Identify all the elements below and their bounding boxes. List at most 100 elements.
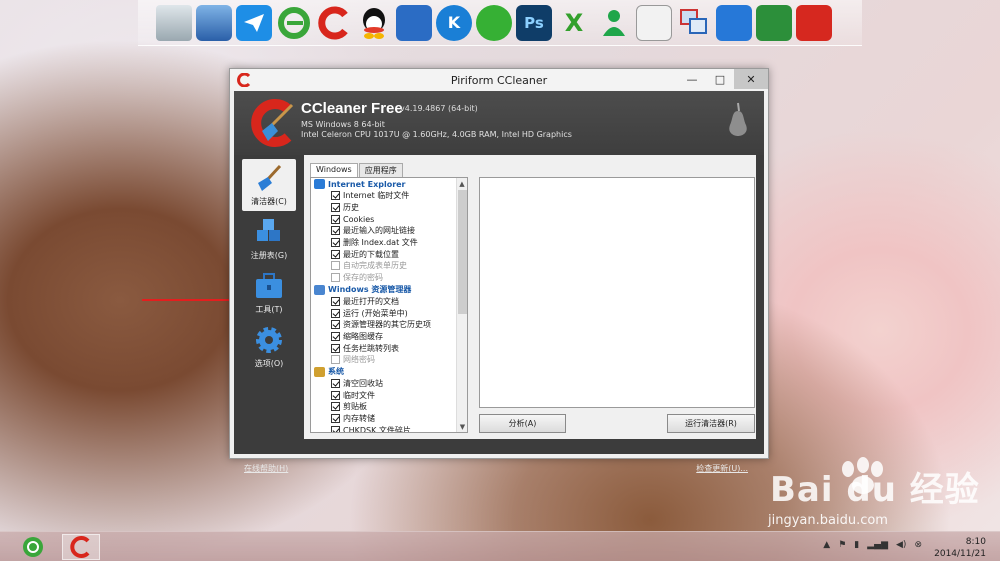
checkbox[interactable] xyxy=(331,320,340,330)
tree-item[interactable]: CHKDSK 文件碎片 xyxy=(311,424,457,433)
checkbox[interactable] xyxy=(331,296,340,306)
checkbox[interactable] xyxy=(331,414,340,424)
tree-item[interactable]: 最近打开的文档 xyxy=(311,296,457,308)
checkbox[interactable] xyxy=(331,249,340,259)
tree-item[interactable]: 保存的密码 xyxy=(311,272,457,284)
group-icon xyxy=(314,366,325,377)
checkbox[interactable] xyxy=(331,226,340,236)
checkbox[interactable] xyxy=(331,343,340,353)
aiqiyi-icon[interactable] xyxy=(476,4,512,41)
network-tray-icon[interactable]: ▂▄▆ xyxy=(867,540,888,550)
tree-item[interactable]: Internet 临时文件 xyxy=(311,190,457,202)
feige-icon[interactable] xyxy=(236,4,272,41)
checkbox[interactable] xyxy=(331,191,340,201)
minimize-button[interactable]: — xyxy=(678,69,706,89)
checkbox[interactable] xyxy=(331,402,340,412)
image-icon[interactable] xyxy=(756,4,792,41)
battery-icon[interactable]: ▮ xyxy=(854,540,859,550)
tree-item[interactable]: 缩略图缓存 xyxy=(311,331,457,343)
checkbox[interactable] xyxy=(331,425,340,432)
system-info-os: MS Windows 8 64-bit xyxy=(301,120,385,129)
clock[interactable]: 8:10 2014/11/21 xyxy=(934,536,986,560)
checkbox[interactable] xyxy=(331,378,340,388)
media-icon[interactable] xyxy=(796,4,832,41)
ie-icon[interactable] xyxy=(276,5,312,41)
checkbox[interactable] xyxy=(331,203,340,213)
tree-item[interactable]: 任务栏跳转列表 xyxy=(311,342,457,354)
qq-icon[interactable] xyxy=(356,5,392,41)
tree-item-label: 清空回收站 xyxy=(343,378,383,388)
tree-item-label: 自动完成表单历史 xyxy=(343,261,407,271)
excel-icon[interactable]: X xyxy=(556,5,592,41)
gear-icon xyxy=(256,327,282,353)
tree-item[interactable]: 临时文件 xyxy=(311,389,457,401)
tree-item[interactable]: 内存转储 xyxy=(311,413,457,425)
checkbox[interactable] xyxy=(331,261,340,271)
video-icon[interactable] xyxy=(396,4,432,41)
scroll-up-icon[interactable]: ▲ xyxy=(457,178,467,189)
tree-item[interactable]: 最近输入的网址链接 xyxy=(311,225,457,237)
photoshop-icon[interactable]: Ps xyxy=(516,4,552,41)
checkbox[interactable] xyxy=(331,355,340,365)
tree-item[interactable]: 自动完成表单历史 xyxy=(311,260,457,272)
cleaner-options-tree: Internet Explorer Internet 临时文件 历史 Cookies 最… xyxy=(310,177,468,433)
tree-group-label: Windows 资源管理器 xyxy=(328,285,412,294)
checkbox[interactable] xyxy=(331,390,340,400)
tree-group: Internet Explorer xyxy=(311,178,457,190)
tree-item[interactable]: 历史 xyxy=(311,202,457,214)
nav-item-cleaner[interactable]: 清洁器(C) xyxy=(242,159,296,211)
ccleaner-icon[interactable] xyxy=(316,5,352,41)
notification-icon[interactable]: ⊗ xyxy=(914,540,922,550)
tree-item[interactable]: 运行 (开始菜单中) xyxy=(311,307,457,319)
tree-item[interactable]: 最近的下载位置 xyxy=(311,248,457,260)
checkbox[interactable] xyxy=(331,331,340,341)
maximize-button[interactable]: □ xyxy=(706,69,734,89)
analyze-button[interactable]: 分析(A) xyxy=(479,414,566,433)
tray-expand-icon[interactable]: ▲ xyxy=(823,540,830,550)
nav-item-tools[interactable]: 工具(T) xyxy=(242,267,296,319)
check-updates-link[interactable]: 检查更新(U)... xyxy=(696,463,748,474)
tree-item[interactable]: 网络密码 xyxy=(311,354,457,366)
start-button[interactable] xyxy=(12,534,54,560)
scroll-thumb[interactable] xyxy=(458,190,467,314)
tree-group-label: 系统 xyxy=(328,367,344,377)
tree-item-label: 保存的密码 xyxy=(343,273,383,283)
tree-item[interactable]: 剪贴板 xyxy=(311,401,457,413)
online-help-link[interactable]: 在线帮助(H) xyxy=(244,463,288,474)
nav-item-options[interactable]: 选项(O) xyxy=(242,321,296,373)
tree-scrollbar[interactable]: ▲ ▼ xyxy=(456,178,467,432)
taskbar-ccleaner-button[interactable] xyxy=(62,534,100,560)
scroll-down-icon[interactable]: ▼ xyxy=(457,421,467,432)
checkbox[interactable] xyxy=(331,238,340,248)
tree-item[interactable]: 清空回收站 xyxy=(311,378,457,390)
tab-windows[interactable]: Windows xyxy=(310,163,358,177)
broom-icon xyxy=(258,164,282,191)
tab-applications[interactable]: 应用程序 xyxy=(358,163,403,177)
tree-item-label: 历史 xyxy=(343,203,359,213)
tree-item[interactable]: 资源管理器的其它历史项 xyxy=(311,319,457,331)
cleaner-panel: Windows 应用程序 Internet Explorer Internet 临… xyxy=(304,155,756,439)
tree-item-label: CHKDSK 文件碎片 xyxy=(343,425,411,433)
recycle-bin-icon[interactable] xyxy=(156,4,192,41)
computer-icon[interactable] xyxy=(196,4,232,41)
flag-icon[interactable]: ⚑ xyxy=(838,540,846,550)
ccleaner-taskbar-icon xyxy=(70,536,90,558)
close-button[interactable]: ✕ xyxy=(734,69,768,89)
nav-item-registry[interactable]: 注册表(G) xyxy=(242,213,296,265)
network-icon[interactable] xyxy=(676,5,712,41)
kugou-icon[interactable]: K xyxy=(436,4,472,41)
tree-item[interactable]: Cookies xyxy=(311,213,457,225)
app-name: CCleaner Free xyxy=(301,100,403,117)
window-icon[interactable] xyxy=(716,4,752,41)
checkbox[interactable] xyxy=(331,308,340,318)
window-titlebar[interactable]: Piriform CCleaner — □ ✕ xyxy=(230,69,768,91)
tree-item-label: 剪贴板 xyxy=(343,402,367,412)
volume-icon[interactable]: ◀) xyxy=(896,540,906,550)
user-icon[interactable] xyxy=(596,5,632,41)
tree-item[interactable]: 删除 Index.dat 文件 xyxy=(311,237,457,249)
backup-icon[interactable] xyxy=(636,4,672,41)
tree-item-label: Internet 临时文件 xyxy=(343,191,410,201)
checkbox[interactable] xyxy=(331,273,340,283)
checkbox[interactable] xyxy=(331,214,340,224)
run-cleaner-button[interactable]: 运行清洁器(R) xyxy=(667,414,755,433)
